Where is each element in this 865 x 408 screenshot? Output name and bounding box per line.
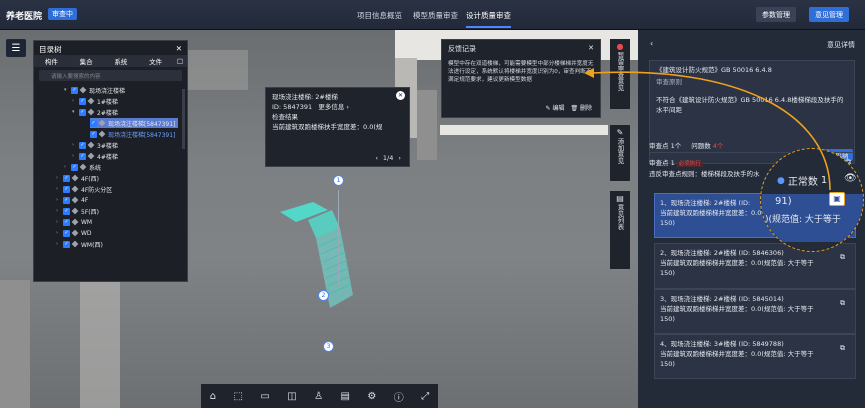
select-icon[interactable]: ⬚ [233, 391, 242, 402]
opinion-list-button[interactable]: ▤ 意见列表 [610, 191, 630, 269]
properties-icon[interactable]: ▤ [341, 391, 350, 402]
feedback-title: 反馈记录 [448, 45, 476, 53]
popup-check-detail: 当前建筑双跑楼梯扶手宽度差：0.0(规 [272, 123, 383, 131]
tree-node[interactable]: › ✓ 5F(西) [56, 206, 99, 216]
tree-node[interactable]: › ✓ 4#楼梯 [72, 151, 118, 161]
home-icon[interactable]: ⌂ [210, 391, 216, 402]
element-info-popup: ✕ 现场浇注楼梯: 2#楼梯 ID: 5847391 更多信息 › 检查结果 当… [265, 87, 410, 167]
tree-node[interactable]: › ✓ 4F防火分区 [56, 184, 112, 194]
back-icon[interactable]: ‹ [650, 39, 653, 48]
tree-node[interactable]: › ✓ 3#楼梯 [72, 140, 118, 150]
zoom-text2: )(规范值: 大于等于 [765, 215, 841, 225]
tree-node[interactable]: › ✓ 4F [56, 195, 88, 205]
highlighted-stair[interactable] [278, 200, 373, 320]
directory-tree-panel: 目录树 ✕ 构件 集合 系统 文件 □ 请输入要搜索的内容 ▾ ✓ 现场浇注楼梯 › ✓… [33, 40, 188, 282]
copy-icon[interactable]: ⧉ [840, 253, 845, 262]
tree-node[interactable]: ▾ ✓ 现场浇注楼梯 [64, 85, 125, 95]
tree-tab-extra[interactable]: □ [173, 57, 187, 65]
status-badge: 审查中 [48, 8, 77, 20]
tree-node[interactable]: › ✓ 1#楼梯 [72, 96, 118, 106]
popup-title: 现场浇注楼梯: 2#楼梯 [272, 93, 338, 101]
popup-pager: 1/4 [382, 154, 394, 162]
app-logo: 养老医院 [6, 12, 43, 22]
tree-node[interactable]: › ✓ WM(西) [56, 239, 103, 249]
tree-node[interactable]: ✓ 现场浇注楼梯[5847391] [90, 129, 175, 139]
building-wall [80, 270, 120, 408]
tree-node[interactable]: › ✓ 系统 [64, 162, 101, 172]
close-icon[interactable]: ✕ [396, 91, 405, 100]
tree-tab-file[interactable]: 文件 [138, 56, 173, 66]
issue-card-4[interactable]: 4、现场浇注楼梯: 3#楼梯 (ID: 5849788) 当前建筑双跑楼梯梯井宽度… [654, 334, 856, 379]
edit-button[interactable]: ✎ 编辑 [546, 103, 565, 112]
tree-node[interactable]: › ✓ WM [56, 217, 92, 227]
fullscreen-icon[interactable]: ⤢ [421, 391, 429, 402]
tab-model-quality[interactable]: 模型质量审查 [413, 10, 458, 21]
tree-node[interactable]: › ✓ 4F(西) [56, 173, 99, 183]
tab-design-quality[interactable]: 设计质量审查 [466, 10, 511, 28]
section-icon[interactable]: ◫ [287, 391, 296, 402]
issue-pin[interactable]: 1 [333, 175, 344, 186]
tab-project-overview[interactable]: 项目信息概览 [357, 10, 402, 21]
tree-search-input[interactable]: 请输入要搜索的内容 [39, 70, 182, 81]
zoom-text: 91) [775, 196, 792, 207]
bottom-toolbar: ⌂ ⬚ ▭ ◫ ♙ ▤ ⚙ ⓘ ⤢ [201, 384, 438, 408]
app-root: 养老医院 审查中 项目信息概览 模型质量审查 设计质量审查 参数管理 意见管理 … [0, 0, 865, 408]
issue-pin[interactable]: 3 [323, 341, 334, 352]
pin-line [338, 190, 339, 285]
tree-tab-collection[interactable]: 集合 [69, 56, 104, 66]
copy-icon[interactable]: ⧉ [840, 344, 845, 353]
issue-card-3[interactable]: 3、现场浇注楼梯: 2#楼梯 (ID: 5845014) 当前建筑双跑楼梯梯井宽度… [654, 289, 856, 334]
prev-icon[interactable]: ‹ [375, 153, 378, 163]
tree-node-selected[interactable]: ✓ 现场浇注楼梯[5847391] [90, 118, 179, 128]
tree-tab-component[interactable]: 构件 [34, 56, 69, 66]
menu-icon[interactable]: ☰ [6, 39, 26, 57]
close-icon[interactable]: ✕ [588, 44, 594, 54]
issue-pin[interactable]: 2 [318, 290, 329, 301]
copy-icon[interactable]: ⧉ [840, 299, 845, 308]
tree-node[interactable]: › ✓ WD [56, 228, 92, 238]
building-wall [417, 90, 437, 160]
panel-header: 意见详情 [827, 41, 855, 49]
param-manage-button[interactable]: 参数管理 [756, 7, 796, 22]
feedback-body: 模型中存在双道楼梯，可能需要模型中部分楼梯梯井宽度无法进行设定，系统默认将楼梯井… [448, 61, 594, 83]
callout-arrow [584, 68, 831, 191]
popup-id: ID: 5847391 [272, 103, 313, 111]
close-icon[interactable]: ✕ [176, 44, 182, 53]
tree-node[interactable]: ▾ ✓ 2#楼梯 [72, 107, 118, 117]
tree-tab-system[interactable]: 系统 [104, 56, 139, 66]
measure-icon[interactable]: ▭ [260, 391, 269, 402]
next-icon[interactable]: › [398, 153, 401, 163]
opinion-manage-button[interactable]: 意见管理 [809, 7, 849, 22]
tree-title: 目录树 [39, 45, 62, 54]
top-bar: 养老医院 审查中 项目信息概览 模型质量审查 设计质量审查 参数管理 意见管理 [0, 0, 865, 30]
eye-icon[interactable]: 👁 [844, 173, 857, 184]
more-info-link[interactable]: 更多信息 › [318, 103, 349, 111]
building-wall [188, 50, 248, 90]
popup-check-label: 检查结果 [272, 113, 298, 121]
person-icon[interactable]: ♙ [314, 391, 323, 402]
gear-icon[interactable]: ⚙ [367, 391, 376, 402]
info-icon[interactable]: ⓘ [394, 389, 404, 404]
tree-scrollbar[interactable] [182, 89, 185, 149]
building-wall [0, 280, 30, 408]
feedback-record-popup: 反馈记录 ✕ 模型中存在双道楼梯，可能需要模型中部分楼梯梯井宽度无法进行设定，系统… [441, 39, 601, 118]
